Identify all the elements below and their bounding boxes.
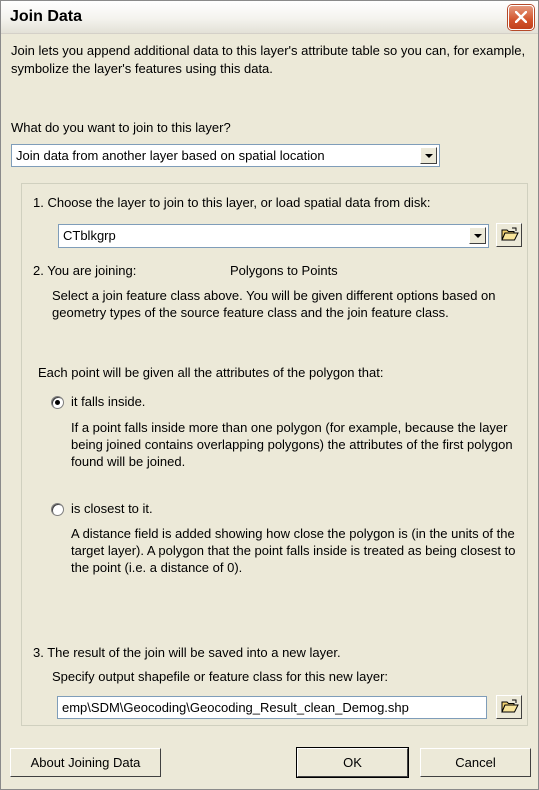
chevron-down-icon[interactable] <box>469 227 486 244</box>
join-data-dialog: Join Data Join lets you append additiona… <box>0 0 539 790</box>
browse-output-button[interactable] <box>496 695 522 719</box>
step1-label: 1. Choose the layer to join to this laye… <box>33 195 431 210</box>
output-path-field[interactable] <box>57 696 487 719</box>
step2-note: Select a join feature class above. You w… <box>52 288 496 320</box>
close-icon <box>515 11 527 23</box>
about-joining-data-button[interactable]: About Joining Data <box>10 748 161 777</box>
close-button[interactable] <box>508 5 534 30</box>
join-type-value: Join data from another layer based on sp… <box>16 148 325 163</box>
falls-inside-description: If a point falls inside more than one po… <box>71 420 513 469</box>
dialog-title: Join Data <box>10 8 83 25</box>
output-path-input[interactable] <box>58 697 486 718</box>
join-type-dropdown[interactable]: Join data from another layer based on sp… <box>11 144 440 167</box>
falls-inside-label[interactable]: it falls inside. <box>71 394 145 409</box>
load-data-button[interactable] <box>496 223 522 247</box>
radio-falls-inside[interactable] <box>51 396 64 409</box>
chevron-down-icon[interactable] <box>420 147 437 164</box>
layer-value: CTblkgrp <box>63 228 116 243</box>
layer-dropdown[interactable]: CTblkgrp <box>58 224 489 248</box>
closest-description: A distance field is added showing how cl… <box>71 526 516 575</box>
cancel-button[interactable]: Cancel <box>420 748 531 777</box>
intro-text: Join lets you append additional data to … <box>11 43 526 76</box>
closest-label[interactable]: is closest to it. <box>71 501 153 516</box>
step3-label: 3. The result of the join will be saved … <box>33 645 341 660</box>
radio-closest[interactable] <box>51 503 64 516</box>
folder-open-icon <box>501 699 519 713</box>
step2-label: 2. You are joining: <box>33 263 137 278</box>
title-bar[interactable]: Join Data <box>1 1 538 34</box>
join-question: What do you want to join to this layer? <box>11 120 231 135</box>
step3-specify: Specify output shapefile or feature clas… <box>52 669 389 684</box>
attribute-rule-intro: Each point will be given all the attribu… <box>38 365 384 380</box>
ok-button[interactable]: OK <box>296 747 409 778</box>
folder-open-icon <box>501 227 519 241</box>
joining-value: Polygons to Points <box>230 263 338 278</box>
